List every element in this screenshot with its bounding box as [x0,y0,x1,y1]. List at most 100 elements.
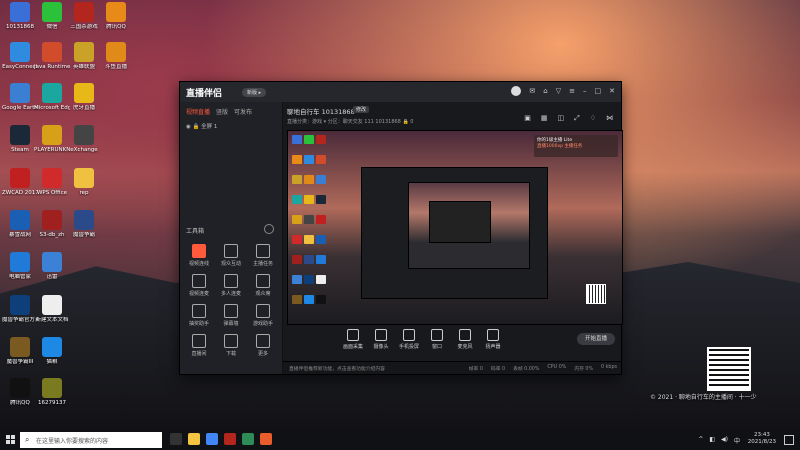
preview-thumb [292,155,302,164]
source-button[interactable]: 摄像头 [367,329,395,350]
gift-icon[interactable]: ⌂ [543,87,547,96]
preview-thumb [292,135,302,144]
desktop-icon[interactable]: ZWCAD 2017 [2,168,38,196]
desktop-icon[interactable]: 腾讯QQ [2,378,38,406]
eye-icon[interactable]: ◉ [186,124,191,130]
desktop-icon[interactable]: 三国杀游戏 [66,2,102,30]
windows-start-icon[interactable] [6,435,16,445]
minimize-icon[interactable]: – [583,87,587,96]
tool-item[interactable]: 游戏助手 [248,304,278,327]
desktop-icon[interactable]: WPS Office [34,168,70,196]
ime-icon[interactable]: 中 [734,436,740,445]
taskbar-app-task-view[interactable] [170,433,182,445]
taskbar-app-live-companion[interactable] [260,433,272,445]
search-placeholder: 在这里输入你要搜索的内容 [36,438,109,445]
taskbar-app-game-app[interactable] [224,433,236,445]
clock-date: 2021/8/23 [747,439,776,446]
tool-label: 视频连麦 [188,291,209,297]
desktop-icon[interactable]: 10131868 [2,2,38,30]
edit-room-button[interactable]: 修改 [353,106,370,113]
desktop-icon[interactable]: eXchange [66,125,102,153]
bell-icon[interactable]: ♢ [590,114,596,123]
desktop-icon[interactable]: Microsoft Edge [34,83,70,111]
taskbar-app-file-explorer[interactable] [188,433,200,445]
desktop-icon[interactable]: 电脑管家 [2,252,38,280]
desktop-icon[interactable]: 英雄联盟 [66,42,102,70]
close-icon[interactable]: ✕ [609,87,615,96]
grid-icon[interactable]: ▦ [541,114,548,123]
tool-icon [256,244,270,258]
tool-item[interactable]: 多人连麦 [216,274,246,297]
shop-icon[interactable]: ◫ [557,114,564,123]
maximize-icon[interactable]: □ [595,87,602,96]
tool-item[interactable]: 抽奖助手 [184,304,214,327]
tool-label: 更多 [257,351,268,357]
source-button[interactable]: 手机投屏 [395,329,423,350]
tab-video-live[interactable]: 视频直播 [186,107,210,116]
desktop-icon[interactable]: Google Earth Pro [2,83,38,111]
desktop-icon[interactable]: 新建文本文档 [34,295,70,323]
desktop-icon[interactable]: PLAYERUNKNOWN BATTLEGR [34,125,70,153]
tool-item[interactable]: 更多 [248,334,278,357]
avatar[interactable] [511,86,522,96]
window-titlebar[interactable]: 直播伴侣 新版 ▸ ✉ ⌂ ▽ ≡ – □ ✕ [180,82,621,102]
scene-item[interactable]: ◉ 🔒 全屏 1 [186,122,217,130]
desktop-icon[interactable]: S3-db_zh [34,210,70,238]
tool-item[interactable]: 主播任务 [248,244,278,267]
desktop-icon[interactable]: 魔兽争霸 [66,210,102,238]
app-icon [42,125,62,145]
fullscreen-icon[interactable]: ⤢ [574,114,580,123]
chevron-up-icon[interactable]: ^ [698,436,703,445]
tool-item[interactable]: 视频连麦 [184,274,214,297]
mail-icon[interactable]: ✉ [529,87,535,96]
taskbar-apps [170,433,272,445]
settings-icon[interactable] [264,224,274,234]
desktop-icon[interactable]: Java Runtime [34,42,70,70]
search-box[interactable]: ⌕ 在这里输入你要搜索的内容 [20,432,162,448]
tool-item[interactable]: 弹幕墙 [216,304,246,327]
desktop-icon[interactable]: 暴雪战网 [2,210,38,238]
source-button[interactable]: 麦克风 [451,329,479,350]
desktop-icon[interactable]: 迅雷 [34,252,70,280]
clock[interactable]: 23:43 2021/8/23 [748,432,776,446]
tool-item[interactable]: 观众席 [248,274,278,297]
lock-icon[interactable]: 🔒 [193,124,200,130]
share-icon[interactable]: ⋈ [606,114,613,123]
desktop-icon[interactable]: 斗鱼直播 [98,42,134,70]
tab-publishable[interactable]: 可发布 [234,107,252,116]
taskbar-app-app-green[interactable] [242,433,254,445]
tool-item[interactable]: 下载 [216,334,246,357]
store-icon[interactable]: ▣ [524,114,531,123]
desktop-icon[interactable]: 虎牙直播 [66,83,102,111]
menu-icon[interactable]: ≡ [569,87,575,96]
desktop-icon[interactable]: Steam [2,125,38,153]
desktop-icon[interactable]: 微信 [34,2,70,30]
desktop-icon[interactable]: EasyConnect [2,42,38,70]
stream-preview[interactable]: 你的1级主播 Lite 直播1000xp 主播任务 [287,130,623,325]
live-companion-window[interactable]: 直播伴侣 新版 ▸ ✉ ⌂ ▽ ≡ – □ ✕ 视频直播 竖版 可发布 ◉ 🔒 … [179,81,623,375]
tab-vertical[interactable]: 竖版 [216,107,228,116]
version-badge[interactable]: 新版 ▸ [242,88,267,97]
desktop-icon[interactable]: 魔兽争霸III [2,337,38,365]
shirt-icon[interactable]: ▽ [556,87,561,96]
desktop-icon[interactable]: 腾讯QQ [98,2,134,30]
network-icon[interactable]: ◧ [709,436,715,445]
volume-icon[interactable]: ◀) [721,436,728,445]
desktop-icon[interactable]: rep [66,168,102,196]
taskbar-app-chrome[interactable] [206,433,218,445]
source-button[interactable]: 窗口 [423,329,451,350]
task-tip[interactable]: 你的1级主播 Lite 直播1000xp 主播任务 [534,135,618,157]
desktop-icon[interactable]: 魔兽争霸官方对战平台 [2,295,38,323]
qr-code [707,347,751,391]
desktop-icon[interactable]: 16279137 [34,378,70,406]
source-button[interactable]: 扬声器 [479,329,507,350]
source-button[interactable]: 画面采集 [339,329,367,350]
desktop-icon[interactable]: 猫粮 [34,337,70,365]
start-live-button[interactable]: 开始直播 [577,333,615,345]
notification-icon[interactable] [784,435,794,445]
tool-item[interactable]: 视频连线 [184,244,214,267]
tool-item[interactable]: 观众互动 [216,244,246,267]
watermark-text: © 2021 · 聊地自行车的主播间 · 十一少 [650,394,757,401]
tool-item[interactable]: 直播间 [184,334,214,357]
nested-preview [408,182,530,269]
